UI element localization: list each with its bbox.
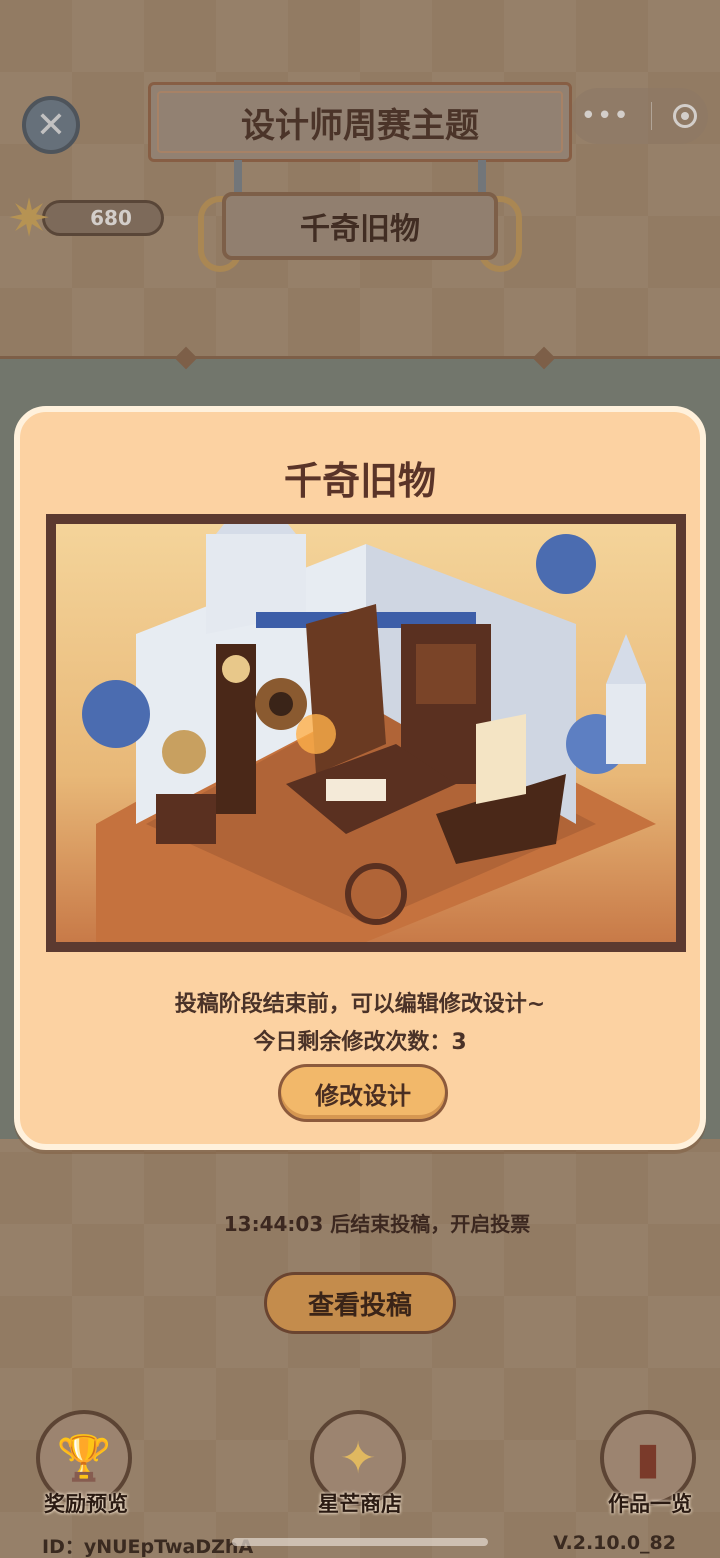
modal-title: 千奇旧物 [283,459,436,503]
nav-label: 作品一览 [608,1492,692,1516]
home-indicator[interactable] [232,1538,488,1546]
isometric-room-illustration [82,524,656,942]
edit-hint-text: 投稿阶段结束前，可以编辑修改设计~ [174,992,546,1017]
submission-modal: 千奇旧物 投稿阶段结束前，可以编辑修改设计~ 今日剩余修改次数：3 修改设计 [14,406,706,1150]
remaining-edits-text: 今日剩余修改次数：3 [253,1030,467,1055]
edit-design-button-label: 修改设计 [315,1081,411,1110]
nav-label: 星芒商店 [318,1492,402,1516]
nav-reward-preview[interactable]: 🏆 奖励预览 [26,1410,146,1520]
app-version: V.2.10.0_82 [553,1532,676,1554]
artwork-frame [46,514,686,952]
nav-label: 奖励预览 [44,1492,128,1516]
nav-works-list[interactable]: ▮ 作品一览 [590,1410,710,1520]
user-id: ID：yNUEpTwaDZhA [42,1536,254,1558]
submission-countdown: 13:44:03 后结束投稿，开启投票 [223,1212,531,1236]
nav-star-shop[interactable]: ✦ 星芒商店 [300,1410,420,1520]
screen: ✕ ••• 设计师周赛主题 千奇旧物 680 ✷ 千奇旧物 投稿阶段结束前，可以… [0,0,720,1558]
view-submissions-label: 查看投稿 [307,1290,412,1321]
view-submissions-button[interactable]: 查看投稿 [264,1272,456,1334]
edit-design-button[interactable]: 修改设计 [278,1064,448,1122]
design-artwork-image [56,524,676,942]
